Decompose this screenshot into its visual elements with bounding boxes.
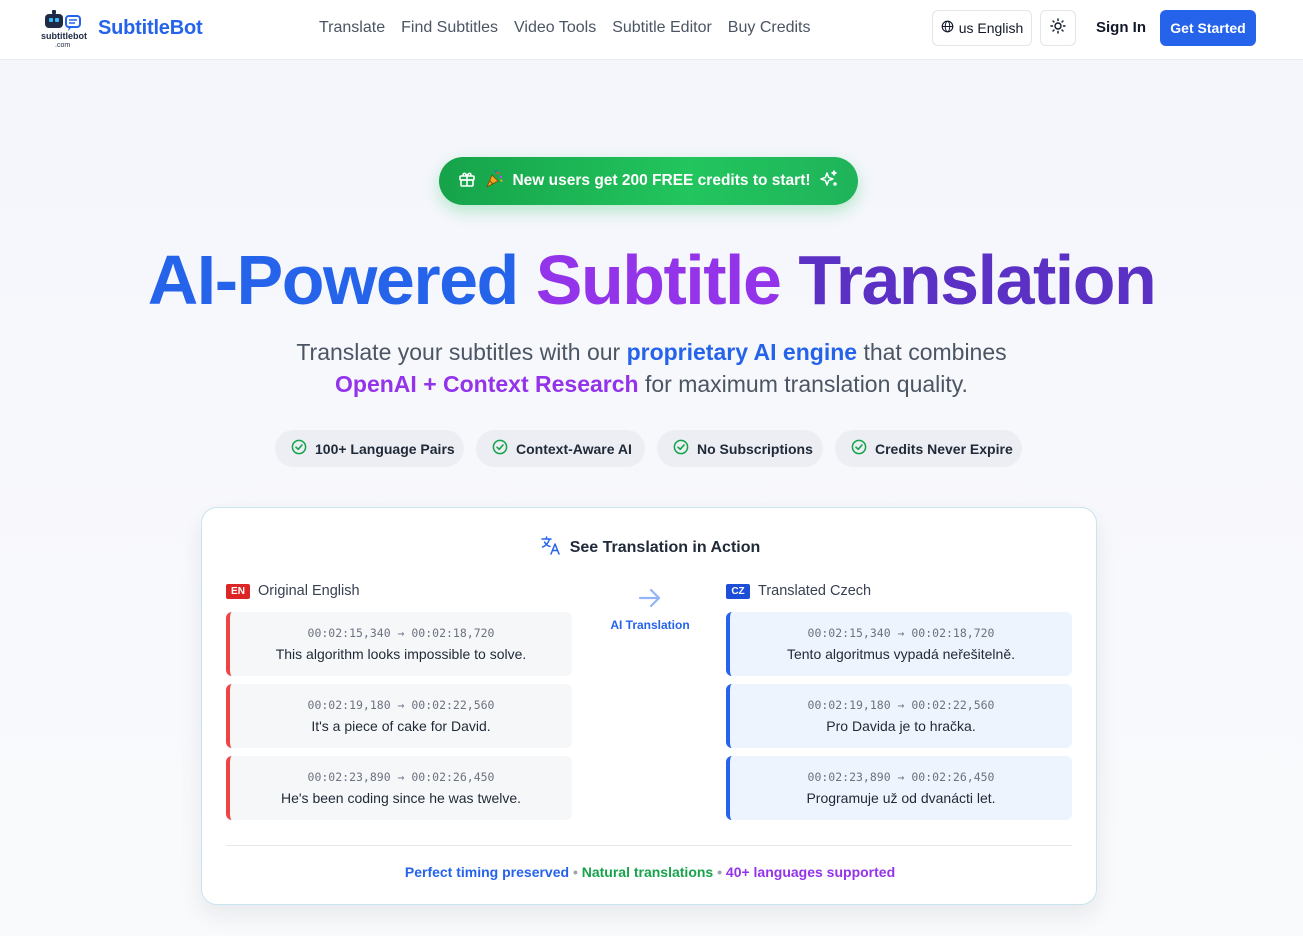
feature-pill-credits-never-expire: Credits Never Expire: [835, 430, 1022, 467]
feature-label: No Subscriptions: [697, 440, 813, 457]
nav-link-translate[interactable]: Translate: [319, 19, 385, 37]
subtitle-text: Programuje už od dvanácti let.: [806, 790, 996, 806]
subtitle-text: Tento algoritmus vypadá neřešitelně.: [786, 646, 1016, 662]
footer-natural: Natural translations: [581, 864, 714, 880]
hero-title-part-1: AI-Powered: [147, 241, 520, 319]
footer-timing: Perfect timing preserved: [404, 864, 570, 880]
main-nav: Translate Find Subtitles Video Tools Sub…: [319, 19, 811, 37]
en-flag-badge: EN: [226, 583, 250, 599]
get-started-button[interactable]: Get Started: [1160, 10, 1256, 46]
sparkles-icon: [819, 169, 839, 194]
subtitle-timestamp: 00:02:19,180 → 00:02:22,560: [807, 698, 995, 712]
subtitle-text: He's been coding since he was twelve.: [280, 790, 522, 806]
footer-languages: 40+ languages supported: [725, 864, 896, 880]
cz-flag-badge: CZ: [726, 583, 750, 599]
subtitle-text-e: for maximum translation quality.: [644, 371, 968, 397]
subtitle-text: Pro Davida je to hračka.: [826, 718, 976, 734]
theme-toggle-button[interactable]: [1040, 10, 1076, 46]
subtitle-timestamp: 00:02:23,890 → 00:02:26,450: [807, 770, 995, 784]
subtitle-highlight-engine: proprietary AI engine: [626, 339, 858, 365]
demo-heading-text: See Translation in Action: [569, 538, 761, 556]
subtitle-timestamp: 00:02:19,180 → 00:02:22,560: [307, 698, 495, 712]
translated-subtitle-entry: 00:02:15,340 → 00:02:18,720 Tento algori…: [726, 612, 1072, 676]
promo-text: New users get 200 FREE credits to start!: [512, 172, 811, 189]
translate-icon: [540, 534, 562, 561]
subtitle-highlight-openai: OpenAI + Context Research: [335, 371, 639, 397]
subtitle-text-a: Translate your subtitles with our: [296, 339, 621, 365]
nav-link-buy-credits[interactable]: Buy Credits: [728, 19, 811, 37]
nav-link-video-tools[interactable]: Video Tools: [514, 19, 596, 37]
demo-heading: See Translation in Action: [202, 534, 1098, 561]
subtitle-text: It's a piece of cake for David.: [311, 718, 491, 734]
feature-label: 100+ Language Pairs: [315, 440, 455, 457]
translated-column-label: Translated Czech: [758, 583, 872, 599]
subtitle-timestamp: 00:02:23,890 → 00:02:26,450: [307, 770, 495, 784]
feature-pill-no-subscriptions: No Subscriptions: [657, 430, 823, 467]
subtitle-timestamp: 00:02:15,340 → 00:02:18,720: [307, 626, 495, 640]
check-circle-icon: [291, 439, 307, 458]
original-column-header: EN Original English: [226, 583, 360, 599]
translated-column-header: CZ Translated Czech: [726, 583, 871, 599]
hero-title-part-3: Translation: [798, 241, 1156, 319]
nav-link-find-subtitles[interactable]: Find Subtitles: [401, 19, 498, 37]
feature-pill-context-aware: Context-Aware AI: [476, 430, 645, 467]
sun-icon: [1050, 17, 1066, 39]
ai-translation-label: AI Translation: [610, 618, 690, 632]
original-column-label: Original English: [258, 583, 360, 599]
logo-wordmark: subtitlebot: [41, 31, 87, 41]
sign-in-link[interactable]: Sign In: [1096, 19, 1146, 36]
footer-separator: •: [717, 864, 723, 880]
nav-link-subtitle-editor[interactable]: Subtitle Editor: [612, 19, 712, 37]
language-label: us English: [958, 20, 1024, 36]
subtitle-timestamp: 00:02:15,340 → 00:02:18,720: [807, 626, 995, 640]
subtitle-text: This algorithm looks impossible to solve…: [275, 646, 527, 662]
check-circle-icon: [673, 439, 689, 458]
hero-title: AI-Powered Subtitle Translation: [0, 238, 1303, 322]
translated-subtitle-entry: 00:02:19,180 → 00:02:22,560 Pro Davida j…: [726, 684, 1072, 748]
feature-label: Context-Aware AI: [516, 440, 632, 457]
top-navbar: subtitlebot .com SubtitleBot Translate F…: [0, 0, 1303, 60]
feature-label: Credits Never Expire: [875, 440, 1013, 457]
brand-name[interactable]: SubtitleBot: [98, 17, 203, 40]
translation-demo-card: See Translation in Action EN Original En…: [201, 507, 1097, 905]
feature-pill-language-pairs: 100+ Language Pairs: [275, 430, 464, 467]
subtitlebot-logo[interactable]: subtitlebot .com: [40, 8, 92, 50]
arrow-right-icon: [637, 585, 663, 616]
logo-domain: .com: [55, 42, 70, 49]
hero-title-part-2: Subtitle: [535, 241, 782, 319]
original-subtitle-entry: 00:02:19,180 → 00:02:22,560 It's a piece…: [226, 684, 572, 748]
card-divider: [226, 845, 1072, 846]
original-subtitle-entry: 00:02:15,340 → 00:02:18,720 This algorit…: [226, 612, 572, 676]
demo-footer: Perfect timing preserved • Natural trans…: [202, 864, 1098, 880]
hero-subtitle: Translate your subtitles with our propri…: [200, 336, 1103, 400]
translated-subtitle-entry: 00:02:23,890 → 00:02:26,450 Programuje u…: [726, 756, 1072, 820]
subtitle-text-c: that combines: [863, 339, 1007, 365]
footer-separator: •: [572, 864, 578, 880]
language-selector[interactable]: us English: [932, 10, 1032, 46]
gift-icon: [458, 170, 476, 193]
free-credits-banner[interactable]: New users get 200 FREE credits to start!: [439, 157, 858, 205]
party-popper-icon: [484, 169, 504, 194]
check-circle-icon: [492, 439, 508, 458]
globe-icon: [941, 20, 954, 36]
original-subtitle-entry: 00:02:23,890 → 00:02:26,450 He's been co…: [226, 756, 572, 820]
check-circle-icon: [851, 439, 867, 458]
